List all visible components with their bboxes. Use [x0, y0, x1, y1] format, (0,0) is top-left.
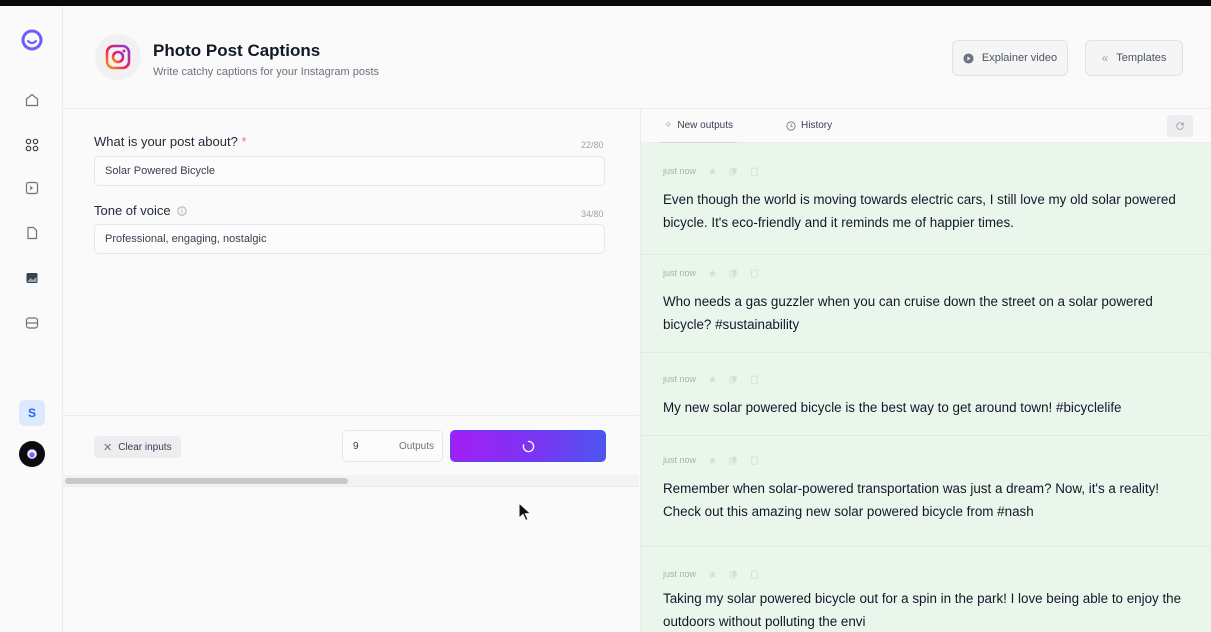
sidebar-rail: S — [0, 6, 63, 632]
output-item: just now Who needs a gas guzzler when yo… — [641, 255, 1211, 353]
outputs-count-field[interactable]: 9 Outputs — [342, 430, 443, 462]
output-item: just now Even though the world is moving… — [641, 144, 1211, 255]
star-icon[interactable] — [708, 375, 717, 384]
output-meta: just now — [663, 455, 759, 465]
loading-spinner-icon — [522, 440, 534, 452]
output-item: just now My new solar powered bicycle is… — [641, 353, 1211, 436]
star-icon[interactable] — [708, 456, 717, 465]
refresh-button[interactable] — [1167, 115, 1193, 137]
input-form-panel: What is your post about? * 22/80 Solar P… — [63, 109, 639, 632]
post-about-label-text: What is your post about? — [94, 134, 238, 149]
tab-new-outputs[interactable]: ✧ New outputs — [660, 120, 737, 143]
tab-history[interactable]: History — [786, 120, 832, 131]
clipboard-icon[interactable] — [750, 456, 759, 465]
info-icon[interactable] — [177, 206, 187, 216]
output-item: just now Taking my solar powered bicycle… — [641, 547, 1211, 632]
terminal-icon[interactable] — [20, 176, 44, 200]
refresh-icon — [1176, 122, 1184, 130]
star-icon[interactable] — [708, 570, 717, 579]
templates-button[interactable]: « Templates — [1085, 40, 1183, 76]
output-meta: just now — [663, 268, 759, 278]
double-chevron-left-icon: « — [1101, 51, 1109, 65]
required-marker: * — [241, 134, 247, 149]
tone-of-voice-label: Tone of voice — [94, 203, 187, 218]
explainer-video-button[interactable]: Explainer video — [952, 40, 1068, 76]
tone-of-voice-input[interactable]: Professional, engaging, nostalgic — [94, 224, 605, 254]
copy-icon[interactable] — [729, 167, 738, 176]
output-text: Remember when solar-powered transportati… — [663, 481, 1159, 519]
document-icon[interactable] — [20, 221, 44, 245]
output-meta: just now — [663, 569, 759, 579]
output-tabs: ✧ New outputs History — [641, 109, 1211, 143]
output-text: Taking my solar powered bicycle out for … — [663, 591, 1182, 629]
post-about-input[interactable]: Solar Powered Bicycle — [94, 156, 605, 186]
assistant-avatar-icon[interactable] — [19, 441, 45, 467]
post-about-label: What is your post about? * — [94, 134, 247, 149]
clipboard-icon[interactable] — [750, 570, 759, 579]
clipboard-icon[interactable] — [750, 269, 759, 278]
page-subtitle: Write catchy captions for your Instagram… — [153, 66, 379, 78]
image-icon[interactable] — [20, 266, 44, 290]
explainer-video-label: Explainer video — [981, 52, 1058, 64]
tab-history-label: History — [801, 120, 833, 131]
output-meta: just now — [663, 166, 759, 176]
tab-new-outputs-label: New outputs — [677, 120, 733, 131]
clear-inputs-button[interactable]: ✕ Clear inputs — [94, 436, 181, 458]
output-timestamp: just now — [663, 166, 697, 176]
user-initial: S — [27, 406, 36, 420]
tone-of-voice-label-text: Tone of voice — [94, 203, 171, 218]
play-icon — [963, 52, 974, 64]
tone-of-voice-counter: 34/80 — [581, 209, 604, 219]
logo-icon[interactable] — [20, 28, 44, 52]
output-timestamp: just now — [663, 374, 697, 384]
grid-icon[interactable] — [20, 133, 44, 157]
copy-icon[interactable] — [729, 269, 738, 278]
copy-icon[interactable] — [729, 570, 738, 579]
output-timestamp: just now — [663, 268, 697, 278]
output-text: Who needs a gas guzzler when you can cru… — [663, 294, 1153, 332]
copy-icon[interactable] — [729, 456, 738, 465]
page-title: Photo Post Captions — [153, 41, 321, 60]
inbox-icon[interactable] — [20, 311, 44, 335]
generate-button[interactable] — [450, 430, 606, 462]
clipboard-icon[interactable] — [750, 167, 759, 176]
output-panel: ✧ New outputs History just now Even thou… — [640, 109, 1211, 632]
output-text: My new solar powered bicycle is the best… — [663, 400, 1122, 415]
outputs-count-value: 9 — [353, 441, 359, 452]
clear-inputs-label: Clear inputs — [118, 441, 172, 453]
output-item: just now Remember when solar-powered tra… — [641, 436, 1211, 547]
post-about-counter: 22/80 — [581, 140, 604, 150]
page-header: Photo Post Captions Write catchy caption… — [63, 6, 1211, 109]
templates-label: Templates — [1116, 52, 1167, 64]
instagram-icon — [95, 34, 141, 80]
form-divider — [63, 415, 639, 416]
horizontal-scrollbar[interactable] — [63, 475, 639, 487]
sparkle-icon: ✧ — [664, 120, 673, 131]
clipboard-icon[interactable] — [750, 375, 759, 384]
user-avatar[interactable]: S — [19, 400, 45, 426]
close-icon: ✕ — [103, 441, 113, 454]
home-icon[interactable] — [20, 88, 44, 112]
star-icon[interactable] — [708, 167, 717, 176]
output-timestamp: just now — [663, 569, 697, 579]
copy-icon[interactable] — [729, 375, 738, 384]
outputs-label: Outputs — [398, 441, 434, 452]
star-icon[interactable] — [708, 269, 717, 278]
mouse-cursor-icon — [518, 502, 532, 522]
scrollbar-thumb[interactable] — [65, 478, 348, 484]
clock-icon — [786, 120, 796, 131]
output-meta: just now — [663, 374, 759, 384]
output-text: Even though the world is moving towards … — [663, 192, 1176, 230]
output-timestamp: just now — [663, 455, 697, 465]
